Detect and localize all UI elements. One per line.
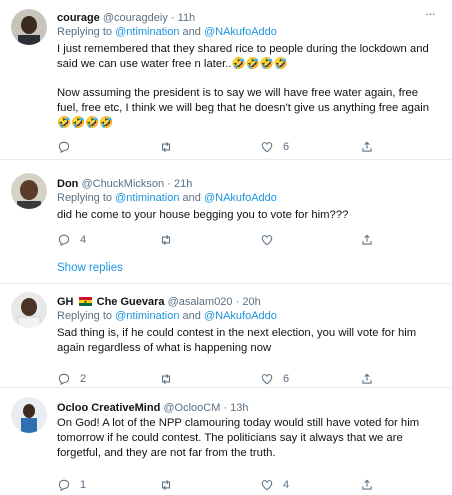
tweet-che-guevara[interactable]: GH Che Guevara @asalam020 · 20h Replying… — [0, 284, 452, 388]
mention-link[interactable]: @NAkufoAddo — [204, 310, 277, 322]
tweet-courage[interactable]: courage @couragdeiy · 11h ··· Replying t… — [0, 0, 452, 160]
reply-icon — [58, 234, 70, 247]
like-button[interactable]: 6 — [260, 138, 289, 156]
display-name[interactable]: courage — [57, 12, 100, 24]
heart-icon — [261, 374, 273, 385]
retweet-icon — [161, 479, 171, 491]
tweet-text: did he come to your house begging you to… — [57, 209, 349, 221]
avatar[interactable] — [11, 397, 47, 433]
avatar[interactable] — [11, 9, 47, 45]
retweet-icon — [161, 373, 171, 385]
share-button[interactable] — [360, 476, 374, 494]
separator-dot: · — [170, 12, 175, 24]
retweet-button[interactable] — [159, 231, 182, 249]
mention-link[interactable]: @ntimination — [115, 26, 179, 38]
avatar[interactable] — [11, 173, 47, 209]
mention-link[interactable]: @NAkufoAddo — [204, 26, 277, 38]
reply-button[interactable]: 4 — [57, 231, 86, 249]
show-replies-link[interactable]: Show replies — [57, 262, 123, 274]
tweet-actions: 2 6 — [57, 370, 440, 388]
separator-dot: · — [235, 296, 240, 308]
tweet-header: Don @ChuckMickson · 21h — [57, 176, 192, 192]
like-button[interactable]: 4 — [260, 476, 289, 494]
tweet-text: I just remembered that they shared rice … — [57, 43, 430, 129]
user-handle[interactable]: @ChuckMickson — [81, 178, 164, 190]
share-button[interactable] — [360, 231, 374, 249]
reply-icon — [58, 479, 70, 492]
tweet-don[interactable]: Don @ChuckMickson · 21h Replying to @nti… — [0, 160, 452, 284]
share-icon — [362, 373, 372, 384]
tweet-actions: 1 4 — [57, 476, 440, 494]
user-handle[interactable]: @couragdeiy — [103, 12, 168, 24]
heart-icon — [261, 142, 273, 153]
user-handle[interactable]: @OclooCM — [163, 402, 220, 414]
heart-icon — [261, 480, 273, 491]
tweet-header: GH Che Guevara @asalam020 · 20h — [57, 294, 261, 310]
reply-button[interactable]: 1 — [57, 476, 86, 494]
reply-button[interactable]: 2 — [57, 370, 86, 388]
separator-dot: · — [223, 402, 228, 414]
reply-button[interactable] — [57, 138, 80, 156]
timestamp[interactable]: 13h — [230, 402, 248, 414]
display-name[interactable]: GH Che Guevara — [57, 296, 168, 308]
ghana-flag-icon — [78, 297, 92, 306]
replying-to: Replying to @ntimination and @NAkufoAddo — [57, 310, 277, 322]
more-options-icon[interactable]: ··· — [422, 7, 438, 24]
reply-icon — [58, 373, 70, 386]
reply-icon — [58, 141, 70, 154]
like-button[interactable]: 6 — [260, 370, 289, 388]
mention-link[interactable]: @NAkufoAddo — [204, 192, 277, 204]
display-name[interactable]: Don — [57, 178, 78, 190]
retweet-button[interactable] — [159, 138, 182, 156]
mention-link[interactable]: @ntimination — [115, 310, 179, 322]
user-handle[interactable]: @asalam020 — [168, 296, 233, 308]
retweet-icon — [161, 141, 171, 153]
share-icon — [362, 141, 372, 152]
like-button[interactable] — [260, 231, 283, 249]
share-icon — [362, 479, 372, 490]
mention-link[interactable]: @ntimination — [115, 192, 179, 204]
heart-icon — [261, 235, 273, 246]
replying-to: Replying to @ntimination and @NAkufoAddo — [57, 192, 277, 204]
display-name[interactable]: Ocloo CreativeMind — [57, 402, 160, 414]
avatar[interactable] — [11, 292, 47, 328]
retweet-button[interactable] — [159, 370, 182, 388]
retweet-button[interactable] — [159, 476, 182, 494]
tweet-actions: 6 — [57, 138, 440, 156]
timestamp[interactable]: 20h — [242, 296, 260, 308]
timestamp[interactable]: 21h — [174, 178, 192, 190]
separator-dot: · — [167, 178, 171, 190]
tweet-header: courage @couragdeiy · 11h — [57, 10, 195, 26]
share-icon — [362, 234, 372, 245]
retweet-icon — [161, 234, 171, 246]
tweet-header: Ocloo CreativeMind @OclooCM · 13h — [57, 400, 249, 416]
share-button[interactable] — [360, 138, 374, 156]
timestamp[interactable]: 11h — [178, 12, 196, 24]
tweet-actions: 4 — [57, 231, 440, 249]
tweet-text: Sad thing is, if he could contest in the… — [57, 327, 417, 354]
replying-to: Replying to @ntimination and @NAkufoAddo — [57, 26, 277, 38]
tweet-text: On God! A lot of the NPP clamouring toda… — [57, 417, 420, 459]
share-button[interactable] — [360, 370, 374, 388]
tweet-ocloo[interactable]: Ocloo CreativeMind @OclooCM · 13h On God… — [0, 388, 452, 495]
